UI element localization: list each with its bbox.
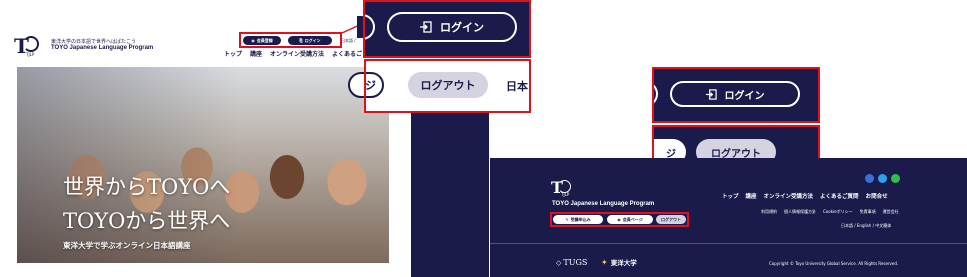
footer-link-privacy[interactable]: 個人情報保護方針 bbox=[784, 209, 816, 215]
footer-nav-online[interactable]: オンライン受講方法 bbox=[764, 192, 814, 200]
highlight-zoom-logout bbox=[364, 59, 531, 113]
brand-tugs-label: TUGS bbox=[563, 258, 588, 267]
footer-logo[interactable]: T TJLP bbox=[551, 178, 577, 200]
highlight-footer-buttons bbox=[550, 212, 689, 227]
footer-nav-top[interactable]: トップ bbox=[722, 192, 739, 200]
footer-program-name: TOYO Japanese Language Program bbox=[552, 201, 655, 207]
footer-link-company[interactable]: 運営会社 bbox=[883, 209, 899, 215]
brand-toyo[interactable]: ✦ 東洋大学 bbox=[601, 257, 637, 268]
footer-divider bbox=[490, 243, 967, 244]
footer-logo-sub: TJLP bbox=[561, 192, 570, 197]
highlight-right-login bbox=[652, 67, 820, 123]
highlight-zoom-login bbox=[363, 0, 531, 58]
footer-lang-switch[interactable]: 日本語 / English / 中文簡体 bbox=[841, 223, 891, 229]
footer-panel: T TJLP TOYO Japanese Language Program ✎ … bbox=[490, 158, 967, 277]
toyo-emblem-icon: ✦ bbox=[601, 257, 608, 267]
footer-nav-faq[interactable]: よくあるご質問 bbox=[820, 192, 859, 200]
tugs-mark-icon: ◇ bbox=[556, 258, 562, 267]
footer-link-terms[interactable]: 利用規約 bbox=[761, 209, 777, 215]
footer-nav-contact[interactable]: お問合せ bbox=[866, 192, 888, 200]
footer-copyright: Copyright © Toyo University Global Servi… bbox=[769, 261, 899, 266]
footer-link-disclaimer[interactable]: 免責事項 bbox=[860, 209, 876, 215]
line-icon[interactable] bbox=[891, 174, 900, 183]
footer-nav-courses[interactable]: 講座 bbox=[746, 192, 757, 200]
brand-toyo-label: 東洋大学 bbox=[610, 259, 637, 267]
facebook-icon[interactable] bbox=[865, 174, 874, 183]
footer-nav: トップ 講座 オンライン受講方法 よくあるご質問 お問合せ bbox=[722, 192, 888, 200]
twitter-icon[interactable] bbox=[878, 174, 887, 183]
footer-links: 利用規約 個人情報保護方針 Cookieポリシー 免責事項 運営会社 bbox=[761, 209, 899, 215]
footer-link-cookie[interactable]: Cookieポリシー bbox=[823, 209, 853, 215]
brand-tugs[interactable]: ◇ TUGS bbox=[556, 258, 587, 267]
